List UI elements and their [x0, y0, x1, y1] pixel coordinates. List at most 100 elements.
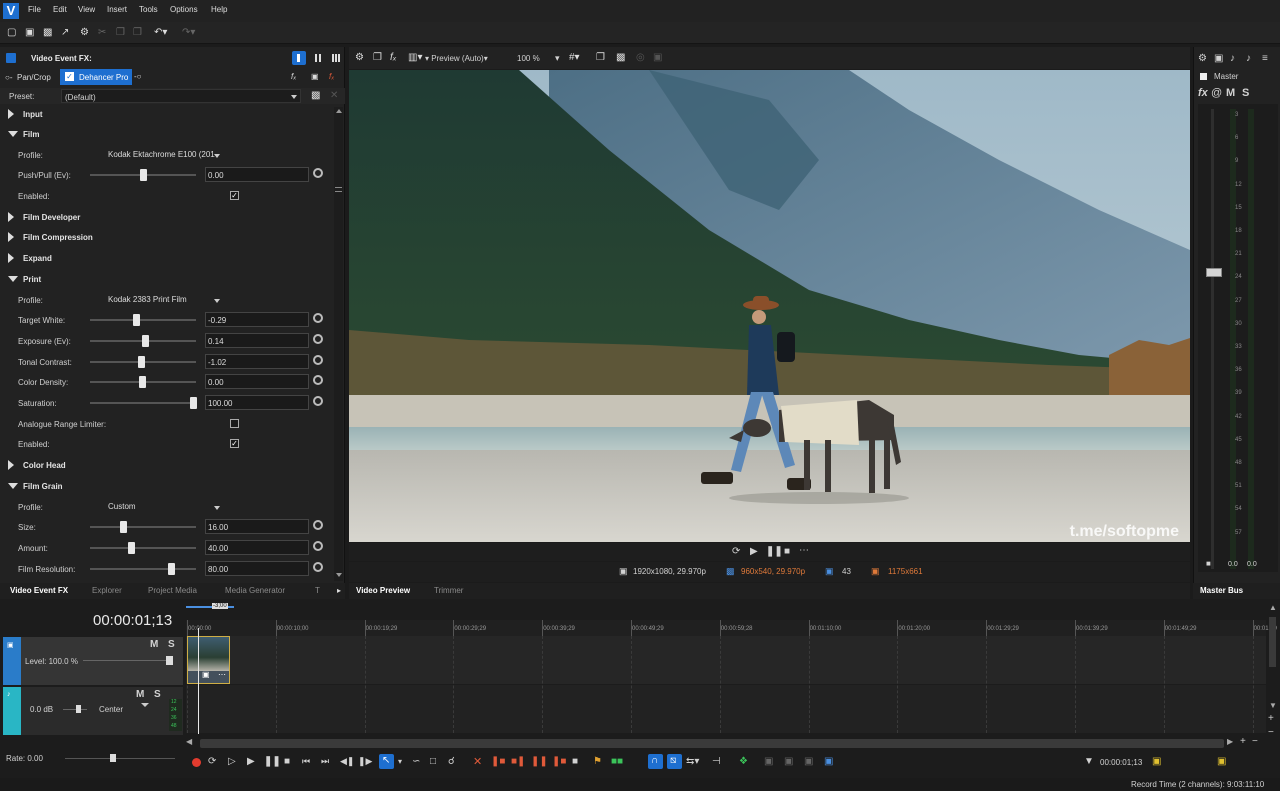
scopes-icon[interactable]: ◎ [636, 52, 645, 63]
menu-help[interactable]: Help [211, 5, 227, 14]
zoom-in-icon[interactable]: + [1240, 736, 1246, 747]
save-icon[interactable]: ▩ [43, 27, 52, 38]
collapsed-triangle-icon[interactable] [8, 460, 14, 471]
menu-insert[interactable]: Insert [107, 5, 127, 14]
plugin-enabled-checkbox[interactable]: ✓ [65, 72, 74, 81]
param-slider[interactable] [90, 319, 196, 322]
external-monitor-icon[interactable]: ❐ [373, 52, 382, 63]
master-mute-button[interactable]: M [1226, 87, 1235, 99]
keyframe-icon[interactable] [313, 520, 323, 531]
video-level-slider[interactable] [83, 660, 173, 661]
param-slider-thumb[interactable] [168, 562, 175, 575]
audio-volume-slider[interactable] [63, 709, 87, 710]
keyframe-icon[interactable] [313, 396, 323, 406]
collapsed-triangle-icon[interactable] [8, 232, 14, 243]
collapsed-triangle-icon[interactable] [8, 253, 14, 264]
plugin-dehancer-pro[interactable]: ✓ Dehancer Pro [60, 69, 132, 85]
tab-video-event-fx[interactable]: Video Event FX [10, 586, 68, 595]
audio-track-header[interactable]: M S 0.0 dB Center 12 24 36 48 [21, 687, 183, 735]
section-color-head[interactable]: Color Head [0, 456, 332, 474]
tab-master-bus[interactable]: Master Bus [1200, 586, 1243, 595]
master-settings-icon[interactable]: ⚙ [1198, 53, 1207, 64]
play-icon[interactable]: ▶ [750, 546, 758, 557]
loop-region[interactable]: -3;00 [186, 603, 236, 611]
timeline-vscroll[interactable]: ▲ ▼ + − [1266, 603, 1280, 745]
next-frame-icon[interactable]: ❚▶ [358, 756, 372, 767]
rate-thumb[interactable] [110, 754, 116, 762]
clip-menu-icon[interactable]: ⋯ [218, 670, 226, 679]
color-match-icon[interactable]: ❖ [739, 756, 748, 767]
param-slider-thumb[interactable] [190, 397, 197, 409]
tab-explorer[interactable]: Explorer [92, 586, 122, 595]
param-checkbox[interactable]: ✓ [230, 439, 239, 449]
video-track-solo[interactable]: S [168, 639, 175, 650]
paste-icon[interactable]: ❐ [133, 27, 142, 38]
audio-track-solo[interactable]: S [154, 689, 161, 700]
ungroup-icon[interactable]: ▣ [784, 756, 793, 767]
section-expand[interactable]: Expand [0, 249, 332, 267]
keyframe-icon[interactable] [313, 354, 323, 365]
fx-add-icon[interactable]: fₓ [291, 72, 296, 81]
preview-settings-icon[interactable]: ⚙ [355, 52, 364, 63]
master-speaker-icon[interactable]: ♪ [1230, 53, 1235, 64]
selection-end-icon[interactable]: ▣ [1217, 756, 1226, 767]
go-to-start-icon[interactable]: ⏮ [302, 756, 310, 767]
param-slider-thumb[interactable] [140, 169, 147, 182]
keyframe-icon[interactable] [313, 313, 323, 324]
plugin-pan-crop[interactable]: Pan/Crop [17, 73, 51, 82]
menu-edit[interactable]: Edit [53, 5, 67, 14]
undo-icon[interactable]: ↶▾ [154, 27, 167, 38]
audio-volume-thumb[interactable] [76, 705, 81, 713]
param-slider[interactable] [90, 402, 196, 404]
param-value-field[interactable]: 16.00 [205, 519, 309, 535]
master-mute-icon[interactable]: ♪ [1246, 53, 1251, 64]
selection-start-icon[interactable]: ▣ [1152, 756, 1161, 767]
menu-file[interactable]: File [28, 5, 41, 14]
param-value-field[interactable]: 0.14 [205, 332, 309, 348]
tab-trimmer[interactable]: Trimmer [434, 586, 463, 595]
envelope-tool-icon[interactable]: ∽ [412, 756, 420, 767]
region-icon[interactable]: ■■ [611, 756, 623, 767]
video-level-thumb[interactable] [166, 656, 173, 665]
cut-icon[interactable]: ✂ [98, 27, 106, 38]
fx-layout-button-3[interactable] [330, 51, 344, 65]
param-value-field[interactable]: 0.00 [205, 374, 309, 390]
param-slider-thumb[interactable] [139, 376, 146, 389]
profile-dropdown[interactable]: Kodak 2383 Print Film [108, 295, 221, 306]
param-slider-thumb[interactable] [138, 355, 145, 368]
timeline-timecode[interactable]: 00:00:01;13 [93, 612, 172, 629]
split-screen-icon[interactable]: ▥▾ [408, 52, 422, 63]
clip-fx-icon[interactable]: ▣ [202, 670, 210, 679]
master-fader-thumb[interactable] [1206, 268, 1222, 277]
pause-icon[interactable]: ❚❚ [264, 756, 281, 767]
playhead[interactable] [198, 628, 199, 734]
event-fx-icon[interactable]: ⊣ [712, 756, 721, 767]
play-icon[interactable]: ▶ [247, 756, 255, 767]
safe-area-icon[interactable]: ▣ [653, 52, 662, 63]
param-value-field[interactable]: 0.00 [205, 167, 309, 183]
video-track-header[interactable]: M S Level: 100.0 % [21, 637, 183, 685]
ripple-mode-icon[interactable]: ⇆▾ [686, 756, 699, 767]
menu-view[interactable]: View [78, 5, 95, 14]
tabs-scroll-arrow[interactable]: ▸ [337, 586, 341, 595]
group-icon[interactable]: ▣ [764, 756, 773, 767]
tab-project-media[interactable]: Project Media [148, 586, 197, 595]
param-value-field[interactable]: -1.02 [205, 353, 309, 369]
preview-quality-dropdown[interactable]: ▾ Preview (Auto)▾ [425, 54, 488, 63]
save-preset-icon[interactable]: ▩ [311, 90, 320, 101]
delete-icon[interactable]: ✕ [473, 755, 482, 768]
section-input[interactable]: Input [0, 105, 332, 123]
keyframe-icon[interactable] [313, 375, 323, 386]
section-film-grain[interactable]: Film Grain [0, 477, 332, 495]
nest-icon[interactable]: ▣ [804, 756, 813, 767]
master-monitor-icon[interactable]: ▣ [1214, 53, 1223, 64]
rate-slider[interactable] [65, 758, 175, 759]
param-checkbox[interactable]: ✓ [230, 191, 239, 200]
chevron-down-icon[interactable] [214, 298, 220, 303]
auto-ripple-icon[interactable]: ∩ [648, 754, 663, 769]
scroll-grip[interactable] [335, 187, 342, 192]
param-value-field[interactable]: 100.00 [205, 395, 309, 410]
lock-icon[interactable]: ■ [1206, 559, 1211, 568]
stop-icon[interactable]: ■ [784, 546, 790, 557]
profile-dropdown[interactable]: Custom [108, 502, 221, 513]
